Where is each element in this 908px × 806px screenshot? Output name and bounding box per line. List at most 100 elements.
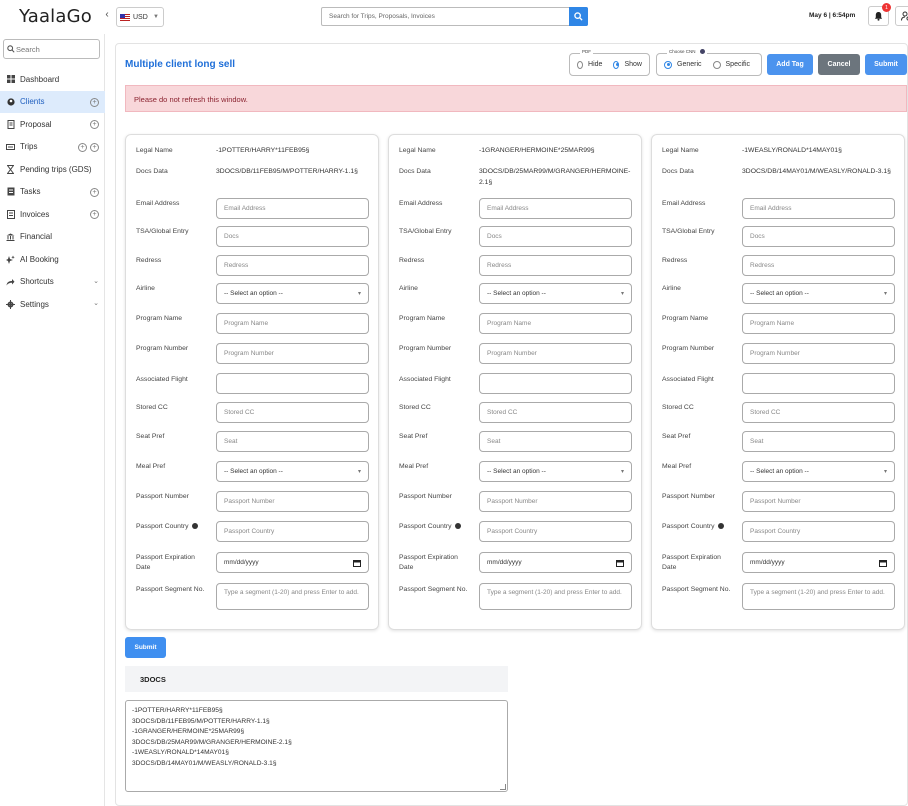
redress-field[interactable]: Redress — [742, 255, 895, 276]
airline-select[interactable]: -- Select an option -- ▾ — [479, 283, 632, 304]
currency-select[interactable]: USD ▼ — [116, 7, 164, 27]
passport-number-field[interactable]: Passport Number — [742, 491, 895, 512]
email-field[interactable]: Email Address — [216, 198, 369, 219]
sidebar-item-invoices[interactable]: Invoices + — [0, 203, 105, 226]
passport-segment-field[interactable]: Type a segment (1-20) and press Enter to… — [216, 583, 369, 610]
redress-field[interactable]: Redress — [216, 255, 369, 276]
associated-flight-field[interactable] — [216, 373, 369, 394]
program-number-field[interactable]: Program Number — [479, 343, 632, 364]
tsa-field[interactable]: Docs — [479, 226, 632, 247]
program-name-label: Program Name — [136, 315, 183, 322]
sidebar-item-clients[interactable]: Clients + — [0, 90, 105, 113]
passport-country-field[interactable]: Passport Country — [479, 521, 632, 542]
docs-output-textarea[interactable]: -1POTTER/HARRY*11FEB95§ 3DOCS/DB/11FEB95… — [125, 700, 508, 792]
passport-country-field[interactable]: Passport Country — [216, 521, 369, 542]
sidebar-item-financial[interactable]: Financial — [0, 226, 105, 249]
passport-expiration-field[interactable]: mm/dd/yyyy — [742, 552, 895, 573]
form-submit-button[interactable]: Submit — [125, 637, 166, 658]
global-search-input[interactable]: Search for Trips, Proposals, Invoices — [321, 7, 588, 26]
docs-data-value: 3DOCS/DB/14MAY01/M/WEASLY/RONALD-3.1§ — [742, 168, 891, 175]
add-task-icon[interactable]: + — [90, 187, 99, 197]
passport-number-field[interactable]: Passport Number — [216, 491, 369, 512]
invoice-icon — [6, 209, 15, 219]
seat-pref-field[interactable]: Seat — [216, 431, 369, 452]
cnn-generic-label[interactable]: Generic — [677, 61, 702, 68]
sidebar-item-settings[interactable]: Settings ⌄ — [0, 293, 105, 316]
program-number-field[interactable]: Program Number — [742, 343, 895, 364]
add-proposal-icon[interactable]: + — [90, 120, 99, 129]
add-client-icon[interactable]: + — [90, 97, 99, 107]
sidebar-item-ai-booking[interactable]: AI Booking — [0, 248, 105, 271]
associated-flight-field[interactable] — [479, 373, 632, 394]
calendar-icon[interactable] — [616, 559, 624, 567]
app-logo[interactable]: YaalaGo — [19, 6, 92, 27]
resize-handle-icon[interactable] — [500, 784, 506, 790]
program-name-field[interactable]: Program Name — [216, 313, 369, 334]
info-icon[interactable] — [191, 523, 198, 530]
calendar-icon[interactable] — [879, 559, 887, 567]
passport-segment-field[interactable]: Type a segment (1-20) and press Enter to… — [742, 583, 895, 610]
redress-label: Redress — [662, 257, 688, 264]
program-name-field[interactable]: Program Name — [742, 313, 895, 334]
cnn-specific-label[interactable]: Specific — [726, 61, 751, 68]
meal-pref-select[interactable]: -- Select an option -- ▾ — [216, 461, 369, 482]
stored-cc-field[interactable]: Stored CC — [216, 402, 369, 423]
info-icon[interactable] — [699, 49, 705, 55]
submit-button[interactable]: Submit — [865, 54, 907, 75]
docs-data-label: Docs Data — [399, 168, 431, 175]
stored-cc-field[interactable]: Stored CC — [479, 402, 632, 423]
pdf-show-radio[interactable] — [613, 60, 620, 69]
sidebar-item-dashboard[interactable]: Dashboard — [0, 68, 105, 91]
sidebar-item-proposal[interactable]: Proposal + — [0, 113, 105, 136]
associated-flight-field[interactable] — [742, 373, 895, 394]
user-menu-button[interactable] — [895, 6, 908, 26]
notifications-button[interactable]: 1 — [868, 3, 891, 26]
info-icon[interactable] — [454, 523, 461, 530]
sidebar-item-pending-trips[interactable]: Pending trips (GDS) — [0, 158, 105, 181]
passport-segment-field[interactable]: Type a segment (1-20) and press Enter to… — [479, 583, 632, 610]
airline-select[interactable]: -- Select an option -- ▾ — [216, 283, 369, 304]
pdf-hide-label[interactable]: Hide — [588, 61, 602, 68]
passport-expiration-field[interactable]: mm/dd/yyyy — [216, 552, 369, 573]
seat-pref-field[interactable]: Seat — [742, 431, 895, 452]
calendar-icon[interactable] — [353, 559, 361, 567]
cnn-specific-radio[interactable] — [712, 60, 721, 69]
passport-number-field[interactable]: Passport Number — [479, 491, 632, 512]
email-field[interactable]: Email Address — [742, 198, 895, 219]
stored-cc-field[interactable]: Stored CC — [742, 402, 895, 423]
cancel-button[interactable]: Cancel — [818, 54, 860, 75]
passport-expiration-field[interactable]: mm/dd/yyyy — [479, 552, 632, 573]
airline-select[interactable]: -- Select an option -- ▾ — [742, 283, 895, 304]
sidebar-item-tasks[interactable]: Tasks + — [0, 181, 105, 204]
date-placeholder: mm/dd/yyyy — [224, 559, 259, 566]
seat-pref-field[interactable]: Seat — [479, 431, 632, 452]
meal-pref-select[interactable]: -- Select an option -- ▾ — [742, 461, 895, 482]
search-button[interactable] — [569, 7, 588, 26]
pdf-hide-radio[interactable] — [577, 60, 584, 69]
program-number-field[interactable]: Program Number — [216, 343, 369, 364]
add-trip-icon[interactable]: + — [78, 142, 87, 152]
sidebar-search-input[interactable]: Search — [3, 39, 100, 59]
collapse-sidebar-button[interactable]: ‹ — [101, 9, 113, 23]
email-field[interactable]: Email Address — [479, 198, 632, 219]
program-number-label: Program Number — [399, 345, 452, 352]
passport-expiration-label: Passport Expiration Date — [399, 554, 458, 571]
pdf-show-label[interactable]: Show — [624, 61, 642, 68]
redress-field[interactable]: Redress — [479, 255, 632, 276]
add-tag-button[interactable]: Add Tag — [767, 54, 813, 75]
add-trip-alt-icon[interactable]: + — [90, 142, 99, 152]
cnn-generic-radio[interactable] — [664, 60, 672, 69]
sidebar-item-trips[interactable]: Trips + + — [0, 136, 105, 159]
meal-pref-select[interactable]: -- Select an option -- ▾ — [479, 461, 632, 482]
tsa-field[interactable]: Docs — [742, 226, 895, 247]
program-name-field[interactable]: Program Name — [479, 313, 632, 334]
sidebar-item-shortcuts[interactable]: Shortcuts ⌄ — [0, 271, 105, 294]
add-invoice-icon[interactable]: + — [90, 210, 99, 219]
chevron-down-icon[interactable]: ⌄ — [93, 277, 99, 285]
passport-segment-label: Passport Segment No. — [399, 586, 468, 593]
passport-country-field[interactable]: Passport Country — [742, 521, 895, 542]
airline-label: Airline — [399, 285, 418, 292]
chevron-down-icon[interactable]: ⌄ — [93, 299, 99, 307]
tsa-field[interactable]: Docs — [216, 226, 369, 247]
info-icon[interactable] — [717, 523, 724, 530]
